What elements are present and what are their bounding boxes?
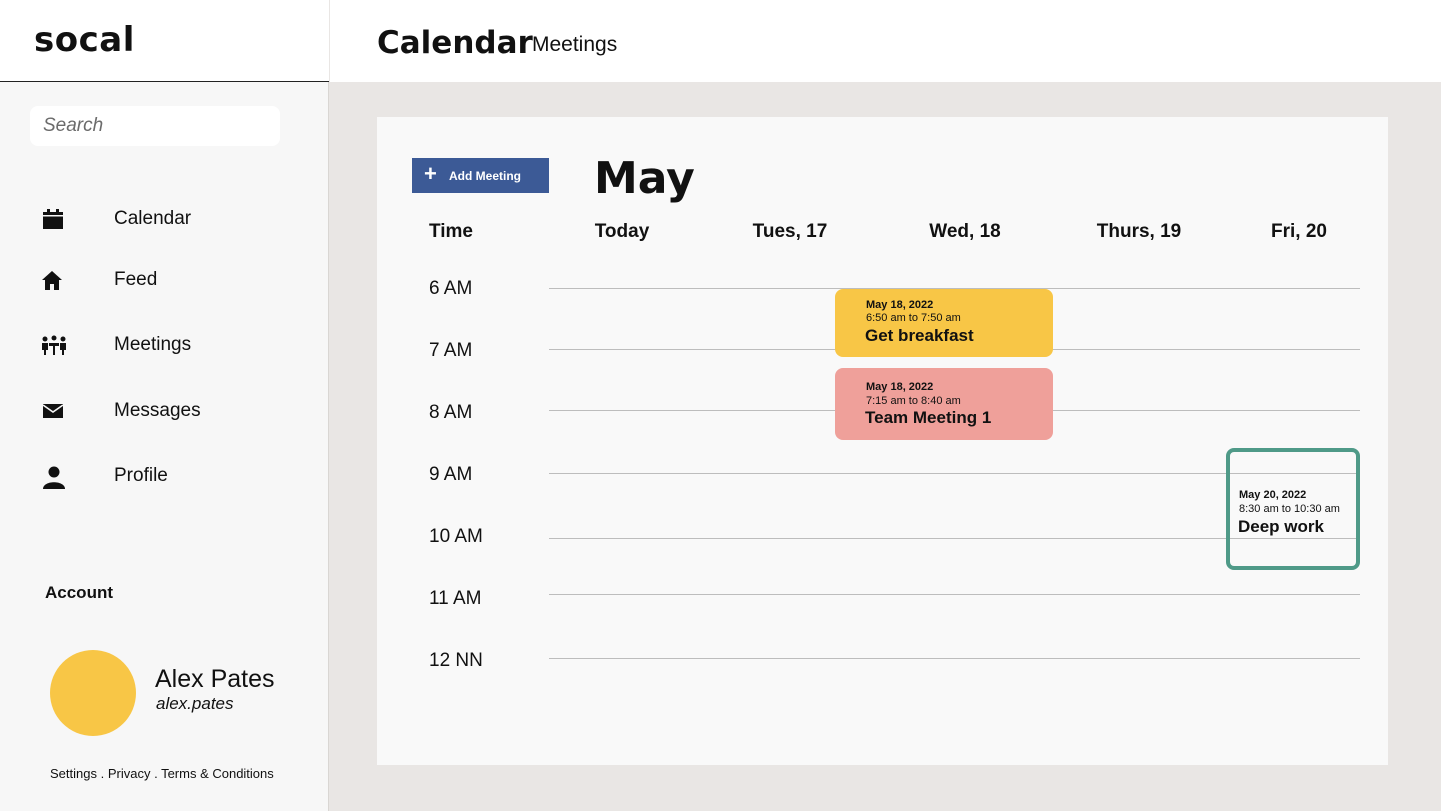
day-header[interactable]: Tues, 17 (729, 221, 851, 243)
month-title: May (594, 153, 695, 204)
event-time: 6:50 am to 7:50 am (866, 312, 961, 324)
search-input[interactable] (30, 106, 280, 146)
page-title: Calendar (377, 25, 533, 61)
footer-links: Settings . Privacy . Terms & Conditions (50, 766, 274, 781)
hour-label: 12 NN (429, 650, 483, 671)
sidebar-item-label: Feed (114, 269, 158, 290)
hour-label: 10 AM (429, 526, 483, 547)
tab-meetings[interactable]: Meetings (532, 33, 617, 57)
event-date: May 18, 2022 (866, 381, 934, 393)
calendar-icon (40, 208, 66, 232)
hour-gridline (549, 594, 1360, 595)
footer-separator: . (96, 766, 108, 781)
hour-label: 7 AM (429, 340, 473, 361)
hour-label: 8 AM (429, 402, 473, 423)
event-get-breakfast[interactable]: May 18, 2022 6:50 am to 7:50 am Get brea… (835, 289, 1053, 357)
sidebar-item-label: Profile (114, 465, 168, 486)
avatar[interactable] (50, 650, 136, 736)
footer-separator: . (150, 766, 162, 781)
time-column-header: Time (429, 221, 474, 242)
hour-label: 11 AM (429, 588, 482, 609)
terms-link[interactable]: Terms & Conditions (161, 766, 274, 781)
sidebar-item-label: Calendar (114, 208, 192, 229)
account-heading: Account (45, 583, 113, 602)
meeting-icon (40, 334, 66, 358)
app-logo[interactable]: socal (34, 20, 135, 60)
sidebar-item-feed[interactable]: Feed (0, 259, 329, 303)
calendar-card: + Add Meeting May Time Today Tues, 17 We… (377, 117, 1388, 765)
user-name: Alex Pates (155, 665, 275, 693)
sidebar-item-label: Messages (114, 400, 201, 421)
event-title: Deep work (1238, 517, 1324, 536)
day-header[interactable]: Thurs, 19 (1074, 221, 1204, 243)
add-meeting-button[interactable]: + Add Meeting (412, 158, 549, 193)
sidebar-item-label: Meetings (114, 334, 192, 355)
user-handle: alex.pates (156, 694, 234, 713)
settings-link[interactable]: Settings (50, 766, 97, 781)
event-date: May 20, 2022 (1239, 489, 1307, 501)
header: Calendar Meetings (330, 0, 1441, 82)
sidebar-item-messages[interactable]: Messages (0, 390, 329, 434)
day-header[interactable]: Fri, 20 (1249, 221, 1349, 243)
privacy-link[interactable]: Privacy (108, 766, 151, 781)
event-time: 8:30 am to 10:30 am (1239, 503, 1340, 515)
event-title: Team Meeting 1 (865, 408, 992, 427)
sidebar-item-calendar[interactable]: Calendar (0, 198, 329, 242)
brand-bar: socal (0, 0, 329, 82)
hour-label: 6 AM (429, 278, 473, 299)
day-header[interactable]: Today (563, 221, 681, 243)
hour-label: 9 AM (429, 464, 473, 485)
sidebar-item-profile[interactable]: Profile (0, 455, 329, 499)
add-meeting-label: Add Meeting (449, 169, 521, 183)
event-time: 7:15 am to 8:40 am (866, 395, 961, 407)
event-title: Get breakfast (865, 326, 974, 345)
mail-icon (40, 400, 66, 424)
hour-gridline (549, 658, 1360, 659)
home-icon (40, 269, 66, 293)
day-header[interactable]: Wed, 18 (904, 221, 1026, 243)
person-icon (40, 465, 66, 489)
sidebar-item-meetings[interactable]: Meetings (0, 324, 329, 368)
sidebar: socal Calendar Feed Meetings Messages Pr… (0, 0, 329, 811)
event-date: May 18, 2022 (866, 299, 934, 311)
plus-icon: + (424, 161, 437, 186)
event-team-meeting[interactable]: May 18, 2022 7:15 am to 8:40 am Team Mee… (835, 368, 1053, 440)
event-deep-work[interactable]: May 20, 2022 8:30 am to 10:30 am Deep wo… (1226, 448, 1360, 570)
